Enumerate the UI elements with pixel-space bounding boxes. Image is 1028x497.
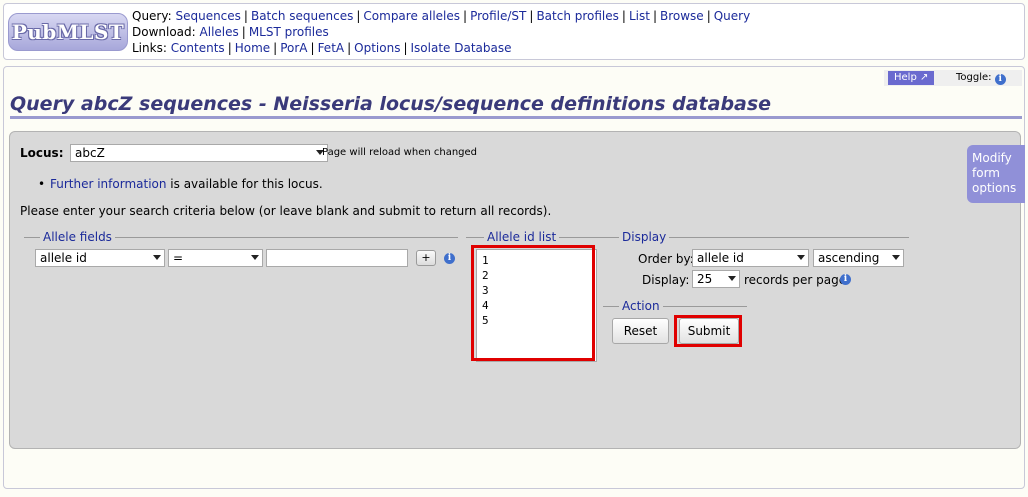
query-form: Locus: abcZ Page will reload when change… xyxy=(9,131,1021,449)
locus-select[interactable]: abcZ xyxy=(70,144,328,162)
nav-pora[interactable]: PorA xyxy=(280,41,307,55)
query-nav: Query: Sequences | Batch sequences | Compare… xyxy=(132,9,751,23)
nav-compare-alleles[interactable]: Compare alleles xyxy=(363,9,460,23)
order-by-select[interactable]: allele id xyxy=(692,249,809,267)
main-panel: Help ↗ Toggle: i Query abcZ sequences - … xyxy=(3,66,1025,489)
nav-browse[interactable]: Browse xyxy=(660,9,704,23)
help-label: Help xyxy=(894,72,917,83)
nav-isolate-database[interactable]: Isolate Database xyxy=(411,41,512,55)
further-info-text: is available for this locus. xyxy=(166,177,323,191)
page-title: Query abcZ sequences - Neisseria locus/s… xyxy=(10,91,1022,119)
per-page-select[interactable]: 25 xyxy=(692,270,740,288)
links-nav: Links: Contents | Home | PorA | FetA | Options | I… xyxy=(132,41,512,55)
locus-select-value: abcZ xyxy=(75,146,105,160)
chevron-down-icon xyxy=(797,255,805,260)
nav-batch-sequences[interactable]: Batch sequences xyxy=(251,9,353,23)
reload-note: Page will reload when changed xyxy=(322,147,478,158)
external-link-icon: ↗ xyxy=(920,72,929,83)
per-page-suffix: records per page xyxy=(744,273,847,287)
further-information-link[interactable]: Further information xyxy=(50,177,166,191)
display-label: Display: xyxy=(642,273,690,287)
direction-value: ascending xyxy=(818,251,880,265)
operator-select[interactable]: = xyxy=(168,249,263,267)
highlight-box-submit xyxy=(674,315,742,347)
pubmlst-logo[interactable]: PubMLST xyxy=(8,13,128,51)
site-header: PubMLST Query: Sequences | Batch sequences… xyxy=(3,3,1025,60)
links-label: Links: xyxy=(132,41,167,55)
nav-query[interactable]: Query xyxy=(714,9,750,23)
query-label: Query: xyxy=(132,9,172,23)
nav-batch-profiles[interactable]: Batch profiles xyxy=(536,9,618,23)
chevron-down-icon xyxy=(153,255,161,260)
help-button[interactable]: Help ↗ xyxy=(888,71,934,85)
chevron-down-icon xyxy=(728,276,736,281)
chevron-down-icon xyxy=(892,255,900,260)
search-instructions: Please enter your search criteria below … xyxy=(20,204,552,218)
display-info-icon[interactable]: i xyxy=(840,274,851,285)
nav-mlst-profiles[interactable]: MLST profiles xyxy=(249,25,329,39)
nav-list[interactable]: List xyxy=(629,9,650,23)
highlight-box-allele-list xyxy=(471,245,595,361)
nav-profile-st[interactable]: Profile/ST xyxy=(470,9,526,23)
bullet-icon: • xyxy=(38,177,46,191)
toggle-control[interactable]: Toggle: i xyxy=(956,71,1006,85)
action-legend: Action xyxy=(619,299,663,313)
allele-fields-legend: Allele fields xyxy=(40,230,115,244)
order-by-label: Order by: xyxy=(638,252,694,266)
further-info-item: • Further information is available for t… xyxy=(38,177,323,191)
download-label: Download: xyxy=(132,25,196,39)
allele-field-value: allele id xyxy=(40,251,87,265)
add-field-button[interactable]: + xyxy=(416,250,436,266)
nav-alleles[interactable]: Alleles xyxy=(200,25,239,39)
toggle-info-icon[interactable]: i xyxy=(994,74,1006,85)
allele-id-list-legend: Allele id list xyxy=(484,230,560,244)
nav-home[interactable]: Home xyxy=(235,41,270,55)
nav-contents[interactable]: Contents xyxy=(171,41,225,55)
nav-feta[interactable]: FetA xyxy=(318,41,345,55)
order-by-value: allele id xyxy=(697,251,744,265)
per-page-value: 25 xyxy=(697,272,713,286)
toggle-label: Toggle: xyxy=(956,72,992,83)
allele-field-select[interactable]: allele id xyxy=(35,249,165,267)
allele-value-input[interactable] xyxy=(266,249,408,267)
direction-select[interactable]: ascending xyxy=(813,249,904,267)
operator-value: = xyxy=(173,251,184,265)
reset-button[interactable]: Reset xyxy=(612,318,669,344)
display-legend: Display xyxy=(619,230,670,244)
modify-form-options-tab[interactable]: Modify form options xyxy=(967,145,1025,203)
nav-sequences[interactable]: Sequences xyxy=(175,9,240,23)
chevron-down-icon xyxy=(251,255,259,260)
locus-label: Locus: xyxy=(20,146,64,160)
nav-options[interactable]: Options xyxy=(354,41,400,55)
top-toolbar: Help ↗ Toggle: i xyxy=(884,70,1022,86)
allele-fields-info-icon[interactable]: i xyxy=(444,253,455,264)
download-nav: Download: Alleles | MLST profiles xyxy=(132,25,329,39)
